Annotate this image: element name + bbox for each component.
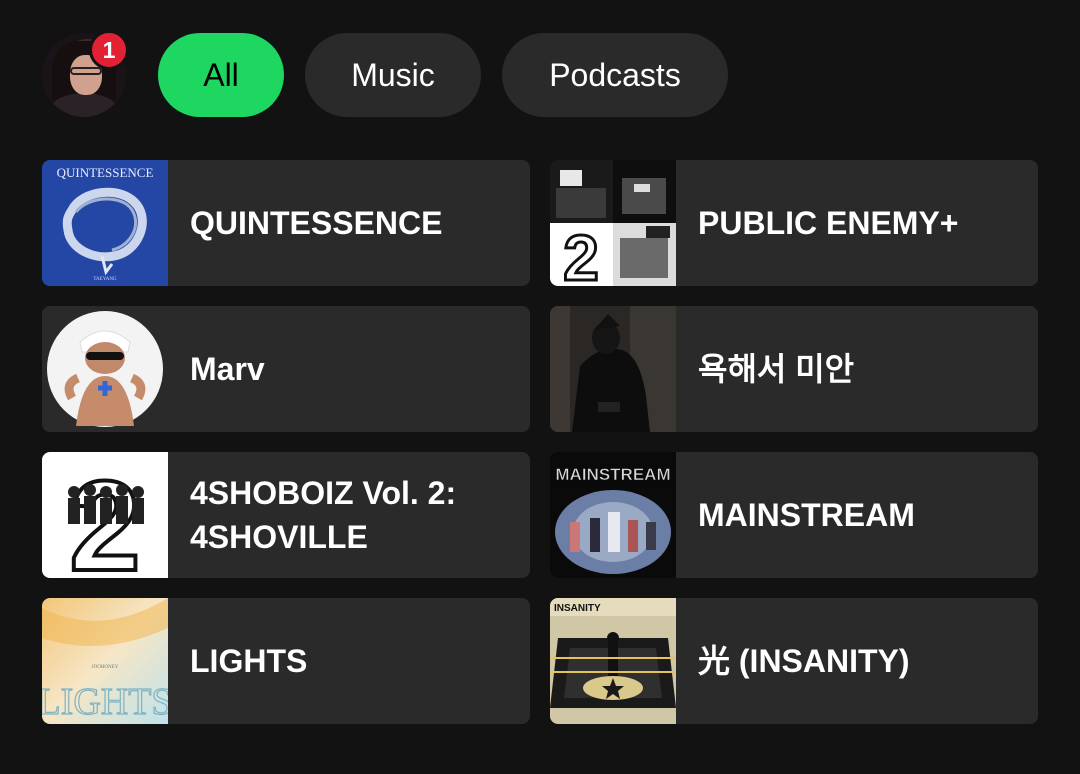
filter-chip-podcasts[interactable]: Podcasts <box>502 33 728 117</box>
shortcut-card-insanity[interactable]: INSANITY 光 (INSANITY) <box>550 598 1038 724</box>
album-cover-lights: JOOHONEY LIGHTS <box>42 598 168 724</box>
album-cover-quintessence: QUINTESSENCE TAEYANG <box>42 160 168 286</box>
cover-title-text: INSANITY <box>554 603 601 614</box>
album-cover-4shoboiz: 2 <box>42 452 168 578</box>
shortcut-card-marv[interactable]: Marv <box>42 306 530 432</box>
filter-chip-music[interactable]: Music <box>305 33 481 117</box>
cover-number-text: 2 <box>563 222 599 286</box>
shortcut-card-mainstream[interactable]: MAINSTREAM MAINSTREAM <box>550 452 1038 578</box>
cover-artist-text: JOOHONEY <box>92 665 119 670</box>
album-cover-insanity: INSANITY <box>550 598 676 724</box>
shortcut-title: 4SHOBOIZ Vol. 2: 4SHOVILLE <box>190 475 457 555</box>
shortcut-card-quintessence[interactable]: QUINTESSENCE TAEYANG QUINTESSENCE <box>42 160 530 286</box>
shortcut-card-public-enemy[interactable]: 2 PUBLIC ENEMY+ <box>550 160 1038 286</box>
shortcut-card-yokhaeseo-mian[interactable]: 욕해서 미안 <box>550 306 1038 432</box>
shortcut-title: PUBLIC ENEMY+ <box>698 205 959 241</box>
shortcut-title: MAINSTREAM <box>698 497 915 533</box>
playlist-mosaic-cover: 2 <box>550 160 676 286</box>
filter-bar: 1 All Music Podcasts <box>0 0 1080 150</box>
shortcut-card-4shoboiz[interactable]: 2 4SHOBOIZ Vol. 2: 4SHOVILLE <box>42 452 530 578</box>
artist-avatar-marv <box>42 306 168 432</box>
cover-title-text: MAINSTREAM <box>555 465 670 484</box>
album-cover-mainstream: MAINSTREAM <box>550 452 676 578</box>
shortcut-title: QUINTESSENCE <box>190 205 443 241</box>
cover-artist-text: TAEYANG <box>93 277 117 282</box>
notification-badge: 1 <box>89 30 129 70</box>
shortcut-title: LIGHTS <box>190 643 308 679</box>
shortcut-card-lights[interactable]: JOOHONEY LIGHTS LIGHTS <box>42 598 530 724</box>
shortcut-title: Marv <box>190 351 265 387</box>
avatar-glasses <box>70 67 102 75</box>
shortcut-title: 光 (INSANITY) <box>698 643 910 679</box>
shortcut-title: 욕해서 미안 <box>698 351 855 387</box>
filter-chip-all[interactable]: All <box>158 33 284 117</box>
cover-title-text: QUINTESSENCE <box>57 165 154 180</box>
album-cover-yokhaeseo-mian <box>550 306 676 432</box>
cover-title-text: LIGHTS <box>42 681 168 723</box>
